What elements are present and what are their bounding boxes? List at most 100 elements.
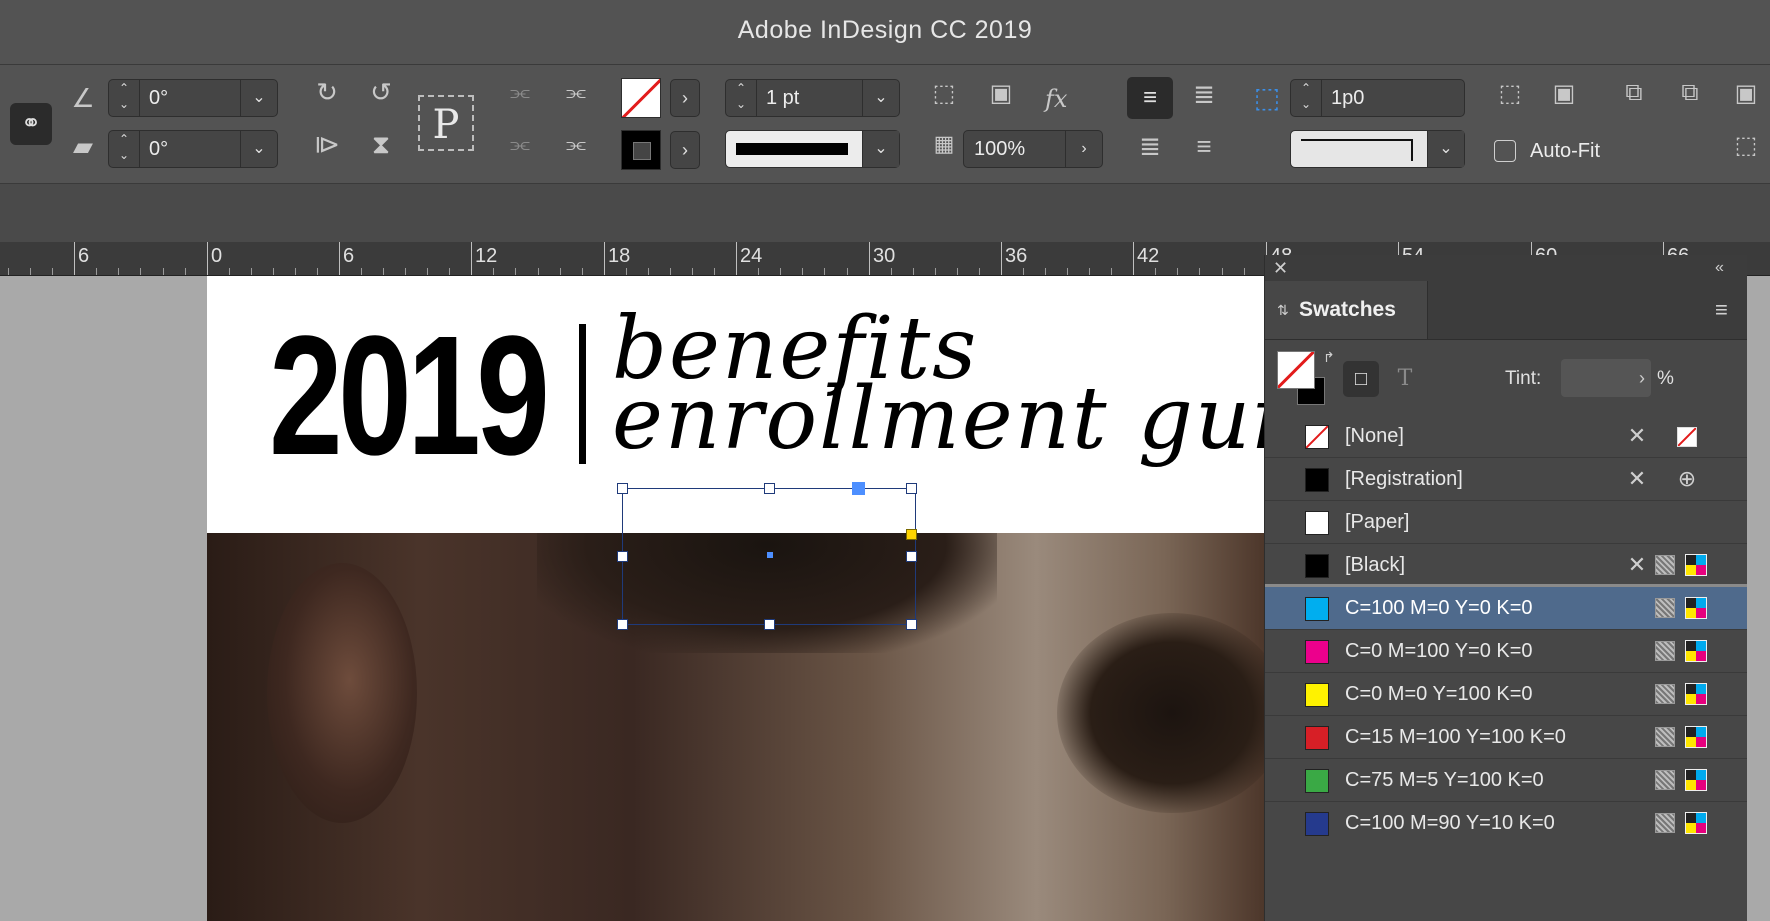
gap-stepper[interactable]: ⌃ ⌄ — [1291, 80, 1322, 116]
headline-line-2[interactable]: enrollment guide — [612, 376, 1270, 462]
effects-icon[interactable]: fx — [1045, 81, 1085, 117]
tab-swatches[interactable]: ⇅ Swatches — [1265, 281, 1428, 339]
fill-proxy[interactable] — [1277, 351, 1315, 389]
gap-value: 1p0 — [1331, 87, 1365, 109]
select-content-icon[interactable]: ⫘ — [502, 131, 538, 167]
shear-angle-field[interactable]: ⌃ ⌄ 0° ⌄ — [108, 130, 278, 168]
stroke-type-field[interactable]: ⌄ — [725, 130, 900, 168]
process-color-icon — [1655, 555, 1675, 575]
content-aware-fit-icon[interactable]: ⬚ — [1726, 131, 1766, 167]
select-next-object-icon[interactable]: ⫘ — [556, 131, 596, 167]
resize-handle[interactable] — [617, 483, 628, 494]
formatting-affects-container-button[interactable]: □ — [1343, 361, 1379, 397]
tint-field[interactable]: › — [1561, 359, 1651, 397]
stroke-weight-stepper[interactable]: ⌃ ⌄ — [726, 80, 757, 116]
resize-handle[interactable] — [906, 483, 917, 494]
swap-fill-stroke-icon[interactable]: ↱ — [1323, 349, 1339, 365]
collapse-icon[interactable]: « — [1715, 255, 1739, 281]
auto-spacing-icon[interactable]: ⬚ — [1250, 81, 1284, 115]
no-edit-icon: ✕ — [1627, 552, 1647, 577]
swatch-row[interactable]: C=0 M=0 Y=100 K=0 — [1265, 673, 1747, 716]
select-previous-object-icon[interactable]: ⫘ — [556, 79, 596, 115]
swatch-row[interactable]: C=15 M=100 Y=100 K=0 — [1265, 716, 1747, 759]
swatch-chip — [1305, 425, 1329, 449]
selected-frame[interactable] — [617, 482, 917, 630]
stroke-weight-field[interactable]: ⌃ ⌄ 1 pt ⌄ — [725, 79, 900, 117]
fit-frame-to-content-icon[interactable]: ⬚ — [1490, 79, 1530, 115]
constrain-proportions-button[interactable]: ⚭ — [10, 103, 52, 145]
chevron-down-icon[interactable]: ⌄ — [862, 131, 899, 167]
rotate-clockwise-icon[interactable]: ↻ — [308, 77, 346, 115]
auto-fit-label: Auto-Fit — [1530, 140, 1601, 162]
resize-handle[interactable] — [617, 619, 628, 630]
drop-shadow-frame-icon[interactable]: ⬚ — [926, 79, 962, 115]
photo-detail — [1057, 613, 1270, 813]
text-wrap-none-button[interactable]: ≡ — [1127, 77, 1173, 119]
rotate-angle-field[interactable]: ⌃ ⌄ 0° ⌄ — [108, 79, 278, 117]
chevron-down-icon[interactable]: ⌄ — [240, 131, 277, 167]
swatches-panel[interactable]: ✕ « ⇅ Swatches ≡ ↱ □ T Tint: › % [None] … — [1264, 255, 1747, 921]
chevron-down-icon[interactable]: ⌄ — [240, 80, 277, 116]
rotate-counterclockwise-icon[interactable]: ↺ — [362, 77, 400, 115]
resize-handle[interactable] — [906, 619, 917, 630]
swatch-row[interactable]: C=100 M=90 Y=10 K=0 — [1265, 802, 1747, 845]
stroke-swatch[interactable] — [621, 130, 661, 170]
chevron-down-icon[interactable]: ⌄ — [862, 80, 899, 116]
fill-swatch-none[interactable] — [621, 78, 661, 118]
cmyk-mode-icon — [1685, 726, 1707, 748]
opacity-field[interactable]: 100% › — [963, 130, 1103, 168]
swatch-row[interactable]: [Black] ✕ — [1265, 544, 1747, 587]
control-panel-spacer — [0, 184, 1770, 242]
chevron-right-icon[interactable]: › — [1639, 359, 1645, 397]
wrap-around-bounding-box-icon[interactable]: ≣ — [1186, 79, 1222, 115]
jump-object-icon[interactable]: ≡ — [1186, 131, 1222, 167]
drop-shadow-icon[interactable]: ▣ — [983, 79, 1019, 115]
process-color-icon — [1655, 684, 1675, 704]
chevron-down-icon[interactable]: ⌄ — [1427, 131, 1464, 167]
wrap-around-object-shape-icon[interactable]: ≣ — [1132, 131, 1168, 167]
swatch-row[interactable]: [Registration] ✕ ⊕ — [1265, 458, 1747, 501]
shear-angle-stepper[interactable]: ⌃ ⌄ — [109, 131, 140, 167]
headline-divider[interactable] — [579, 324, 586, 464]
ruler-label: 0 — [211, 245, 223, 267]
ruler-label: 18 — [608, 245, 631, 267]
flip-vertical-icon[interactable]: ⧗ — [362, 129, 400, 167]
center-content-icon[interactable]: ▣ — [1726, 79, 1766, 115]
resize-handle[interactable] — [764, 619, 775, 630]
swatch-name: C=0 M=100 Y=0 K=0 — [1345, 640, 1533, 662]
fit-content-to-frame-icon[interactable]: ▣ — [1544, 79, 1584, 115]
swatch-row[interactable]: C=0 M=100 Y=0 K=0 — [1265, 630, 1747, 673]
swatch-chip — [1305, 726, 1329, 750]
live-corner-handle[interactable] — [906, 529, 917, 540]
swatch-name: [None] — [1345, 425, 1404, 447]
panel-menu-icon[interactable]: ≡ — [1715, 281, 1739, 339]
content-grabber-handle[interactable] — [852, 482, 865, 495]
swatch-row[interactable]: C=75 M=5 Y=100 K=0 — [1265, 759, 1747, 802]
flip-horizontal-icon[interactable]: ⧐ — [308, 129, 346, 167]
formatting-affects-text-button[interactable]: T — [1387, 361, 1423, 397]
chevron-right-icon[interactable]: › — [1065, 131, 1102, 167]
corner-options-field[interactable]: ⌄ — [1290, 130, 1465, 168]
headline-year[interactable]: 2019 — [269, 311, 550, 481]
rotate-angle-stepper[interactable]: ⌃ ⌄ — [109, 80, 140, 116]
registration-mark-icon: ⊕ — [1677, 466, 1697, 491]
stroke-swatch-menu-button[interactable]: › — [670, 131, 700, 169]
close-icon[interactable]: ✕ — [1273, 255, 1293, 281]
reference-point-icon[interactable]: P — [418, 95, 474, 151]
fill-frame-proportionally-icon[interactable]: ⧉ — [1614, 79, 1654, 115]
tint-unit: % — [1657, 368, 1674, 389]
swatch-chip — [1305, 468, 1329, 492]
swatch-row[interactable]: [Paper] — [1265, 501, 1747, 544]
resize-handle[interactable] — [617, 551, 628, 562]
select-container-icon[interactable]: ⫘ — [502, 79, 538, 115]
fit-content-proportionally-icon[interactable]: ⧉ — [1670, 79, 1710, 115]
fill-swatch-menu-button[interactable]: › — [670, 79, 700, 117]
swatch-row-selected[interactable]: C=100 M=0 Y=0 K=0 — [1265, 587, 1747, 630]
resize-handle[interactable] — [764, 483, 775, 494]
swatch-name: [Black] — [1345, 554, 1406, 576]
control-panel: ⚭ ∠ ⌃ ⌄ 0° ⌄ ▰ ⌃ ⌄ 0° ⌄ ↻ ↺ ⧐ ⧗ P ⫘ ⫘ ⫘ ⫘ … — [0, 65, 1770, 184]
auto-fit-checkbox[interactable] — [1494, 140, 1516, 162]
resize-handle[interactable] — [906, 551, 917, 562]
swatch-row[interactable]: [None] ✕ — [1265, 415, 1747, 458]
gap-field[interactable]: ⌃ ⌄ 1p0 — [1290, 79, 1465, 117]
